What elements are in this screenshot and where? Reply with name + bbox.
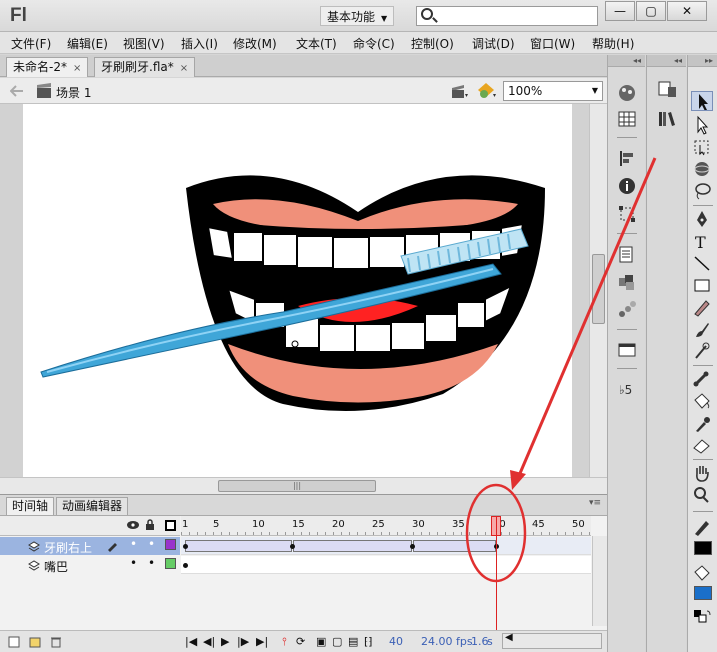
annotation-arrow-head bbox=[510, 470, 526, 490]
annotation-overlay bbox=[465, 157, 657, 583]
annotation-circle bbox=[465, 483, 527, 583]
annotation-arrow-line bbox=[516, 157, 657, 479]
